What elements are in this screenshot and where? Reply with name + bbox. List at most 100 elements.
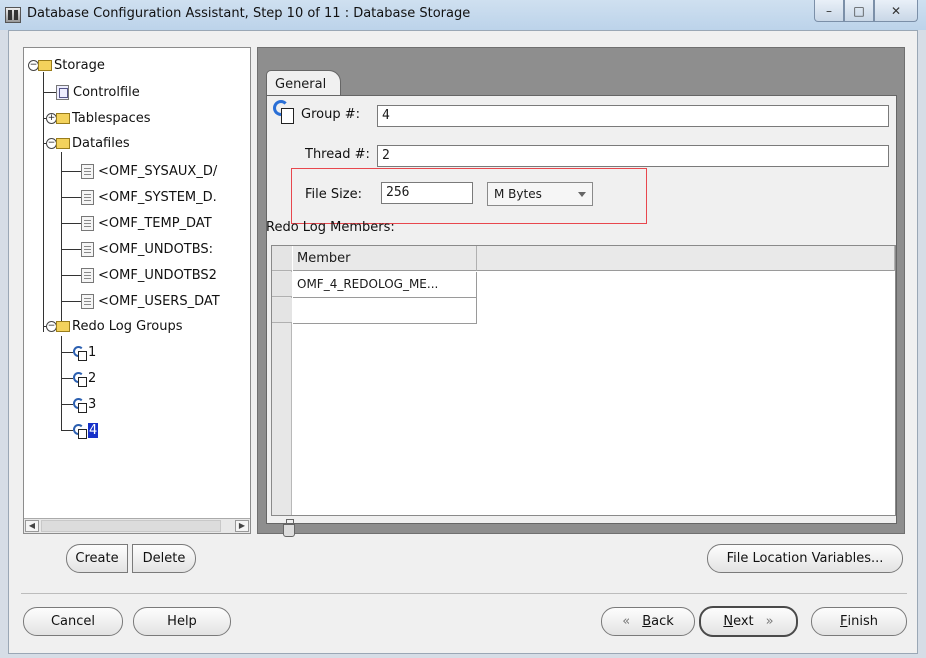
button-label: File Location Variables...: [726, 551, 884, 566]
unit-value: M Bytes: [494, 187, 542, 201]
trash-icon[interactable]: [283, 519, 295, 537]
tree-node-label: Storage: [54, 57, 105, 73]
column-header-filler: [477, 246, 895, 271]
tree-node-datafile[interactable]: <OMF_UNDOTBS2: [81, 265, 217, 285]
tree-node-label: Redo Log Groups: [72, 318, 183, 334]
scroll-right-icon[interactable]: ▶: [235, 520, 249, 532]
tree-node-label: <OMF_SYSAUX_D/: [98, 163, 218, 179]
tree-node-tablespaces[interactable]: Tablespaces: [56, 108, 151, 128]
tree-node-label: 3: [88, 396, 97, 412]
divider: [21, 593, 907, 594]
table-cell-member[interactable]: [293, 298, 477, 324]
corner-header: [272, 246, 292, 271]
button-mnemonic: F: [840, 614, 848, 629]
tab-general[interactable]: General: [266, 70, 341, 96]
next-button[interactable]: Next »: [699, 606, 798, 637]
tree-node-label: Controlfile: [73, 84, 140, 100]
button-label: ext: [733, 614, 754, 629]
close-button[interactable]: ✕: [874, 0, 918, 22]
window-title: Database Configuration Assistant, Step 1…: [27, 6, 471, 21]
next-arrow-icon: »: [765, 614, 774, 629]
redo-group-icon: [73, 371, 87, 387]
folder-icon: [56, 112, 70, 124]
datafile-icon: [81, 215, 94, 231]
thread-number-label: Thread #:: [305, 147, 370, 162]
button-mnemonic: B: [642, 614, 652, 629]
properties-panel: General Group #: 4 Thread #: 2 File Size…: [257, 47, 905, 537]
dialog-body: − Storage Controlfile + Tablespaces − Da…: [8, 30, 918, 654]
tree-node-label: 2: [88, 370, 97, 386]
tree-node-datafile[interactable]: <OMF_TEMP_DAT: [81, 213, 212, 233]
tree-node-datafiles[interactable]: Datafiles: [56, 133, 130, 153]
tree-node-label: <OMF_TEMP_DAT: [98, 215, 212, 231]
tree-node-label: Tablespaces: [72, 110, 151, 126]
create-button[interactable]: Create: [66, 544, 128, 573]
delete-button[interactable]: Delete: [132, 544, 196, 573]
datafile-icon: [81, 163, 94, 179]
tree-node-controlfile[interactable]: Controlfile: [56, 82, 140, 102]
file-size-field[interactable]: 256: [381, 182, 473, 204]
button-label: Create: [75, 551, 119, 566]
table-cell-member[interactable]: OMF_4_REDOLOG_ME...: [293, 272, 477, 298]
back-arrow-icon: «: [622, 614, 631, 629]
storage-tree[interactable]: − Storage Controlfile + Tablespaces − Da…: [23, 47, 251, 534]
button-label: Cancel: [50, 614, 96, 629]
tree-node-label: <OMF_USERS_DAT: [98, 293, 220, 309]
file-size-unit-select[interactable]: M Bytes: [487, 182, 593, 206]
window-controls: – □ ✕: [814, 0, 918, 22]
back-button[interactable]: « Back: [601, 607, 695, 636]
button-label: Help: [167, 614, 197, 629]
thread-number-field[interactable]: 2: [377, 145, 889, 167]
folder-icon: [38, 59, 52, 71]
tree-node-group-2[interactable]: 2: [73, 368, 96, 388]
datafile-icon: [81, 293, 94, 309]
file-size-label: File Size:: [305, 187, 362, 202]
tree-node-group-1[interactable]: 1: [73, 342, 96, 362]
column-header-member[interactable]: Member: [293, 246, 477, 271]
tree-node-label: <OMF_UNDOTBS2: [98, 267, 217, 283]
button-label: Delete: [142, 551, 186, 566]
redo-group-icon: [73, 345, 87, 361]
tree-node-label: <OMF_SYSTEM_D.: [98, 189, 217, 205]
redo-members-table[interactable]: Member OMF_4_REDOLOG_ME...: [271, 245, 896, 516]
redo-members-label: Redo Log Members:: [266, 220, 395, 235]
redo-group-icon: [273, 100, 295, 124]
tree-node-datafile[interactable]: <OMF_SYSTEM_D.: [81, 187, 217, 207]
chevron-down-icon: [578, 192, 586, 197]
row-header[interactable]: [272, 298, 292, 323]
help-button[interactable]: Help: [133, 607, 231, 636]
redo-group-icon: [73, 397, 87, 413]
minimize-button[interactable]: –: [814, 0, 844, 22]
datafile-icon: [81, 241, 94, 257]
tree-node-label: Datafiles: [72, 135, 130, 151]
cancel-button[interactable]: Cancel: [23, 607, 123, 636]
general-tab-content: Group #: 4 Thread #: 2 File Size: 256 M …: [266, 95, 897, 537]
scroll-thumb[interactable]: [41, 520, 221, 532]
title-bar: Database Configuration Assistant, Step 1…: [0, 0, 926, 30]
tree-node-group-3[interactable]: 3: [73, 394, 96, 414]
maximize-button[interactable]: □: [844, 0, 874, 22]
tree-node-label: <OMF_UNDOTBS:: [98, 241, 214, 257]
folder-icon: [56, 137, 70, 149]
controlfile-icon: [56, 84, 69, 100]
file-location-variables-button[interactable]: File Location Variables...: [707, 544, 903, 573]
button-label: ack: [651, 614, 674, 629]
group-number-field[interactable]: 4: [377, 105, 889, 127]
tree-node-datafile[interactable]: <OMF_USERS_DAT: [81, 291, 220, 311]
tree-node-label-selected: 4: [88, 422, 99, 438]
button-label: inish: [847, 614, 878, 629]
finish-button[interactable]: Finish: [811, 607, 907, 636]
folder-icon: [56, 320, 70, 332]
scroll-left-icon[interactable]: ◀: [25, 520, 39, 532]
group-number-label: Group #:: [301, 107, 360, 122]
tree-horizontal-scrollbar[interactable]: ◀ ▶: [24, 518, 250, 533]
tree-node-storage[interactable]: Storage: [38, 55, 105, 75]
tree-node-group-4[interactable]: 4: [73, 420, 99, 440]
row-header[interactable]: [272, 272, 292, 297]
tree-node-datafile[interactable]: <OMF_UNDOTBS:: [81, 239, 213, 259]
tree-node-redo-log-groups[interactable]: Redo Log Groups: [56, 316, 183, 336]
tree-node-datafile[interactable]: <OMF_SYSAUX_D/: [81, 161, 217, 181]
button-mnemonic: N: [723, 614, 734, 629]
app-icon: [5, 7, 21, 23]
tree-node-label: 1: [88, 344, 97, 360]
